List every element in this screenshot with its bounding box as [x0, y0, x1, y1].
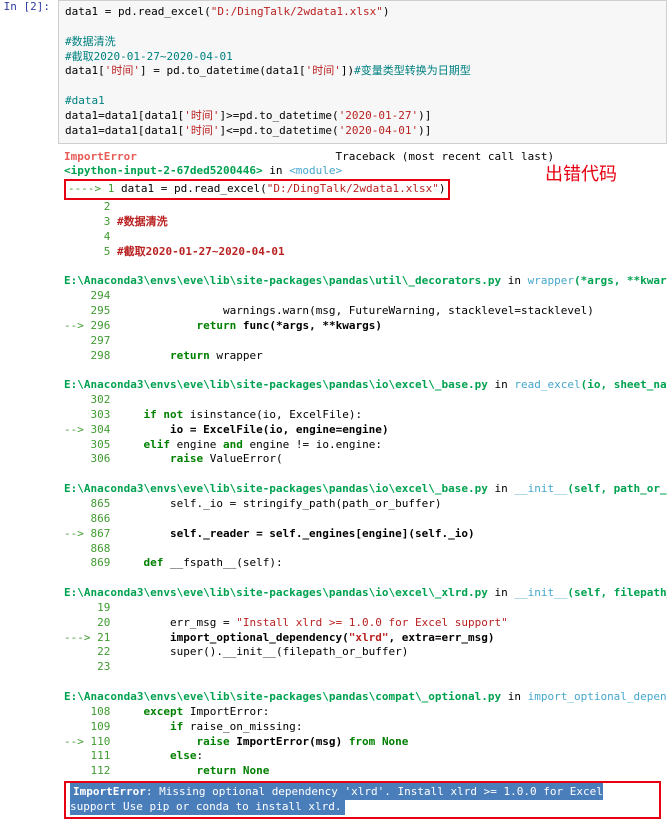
traceback-output[interactable]: 出错代码 ImportError Traceback (most recent …: [58, 144, 667, 827]
error-highlight-box: ----> 1 data1 = pd.read_excel("D:/DingTa…: [64, 179, 450, 200]
error-name: ImportError: [73, 785, 146, 798]
final-error-box: ImportError: Missing optional dependency…: [64, 781, 661, 819]
input-cell: In [2]: data1 = pd.read_excel("D:/DingTa…: [0, 0, 667, 144]
output-prompt: [0, 144, 58, 827]
code-input[interactable]: data1 = pd.read_excel("D:/DingTalk/2wdat…: [58, 0, 667, 144]
code-text: data1 = pd.read_excel("D:/DingTalk/2wdat…: [65, 5, 660, 139]
error-message: : Missing optional dependency 'xlrd'. In…: [70, 785, 603, 813]
traceback-text: ImportError Traceback (most recent call …: [64, 150, 661, 779]
annotation-label: 出错代码: [545, 162, 617, 186]
output-cell: 出错代码 ImportError Traceback (most recent …: [0, 144, 667, 827]
input-prompt: In [2]:: [0, 0, 58, 144]
